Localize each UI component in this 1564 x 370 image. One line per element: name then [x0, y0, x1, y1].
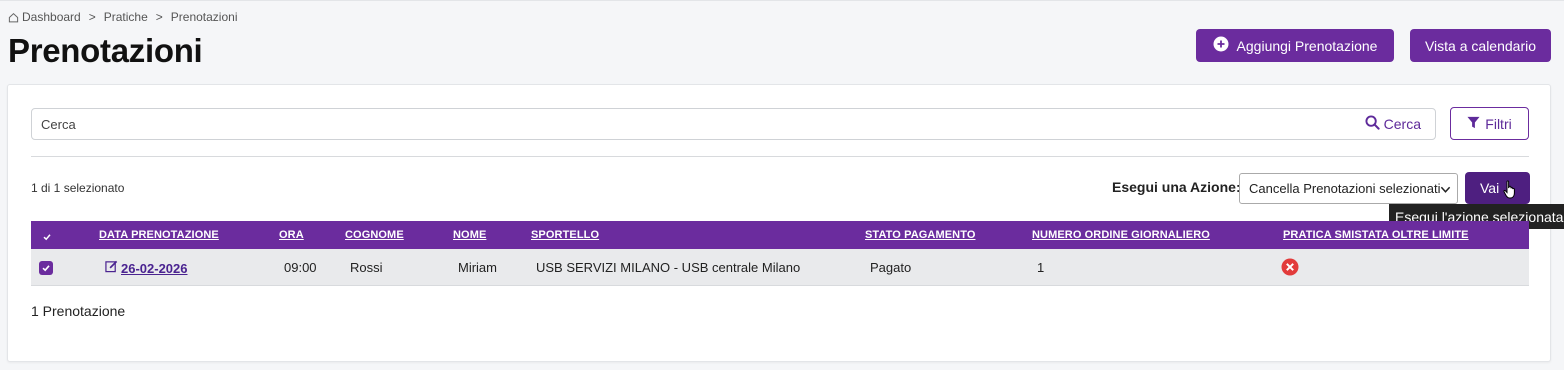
bookings-table: DATA PRENOTAZIONE ORA COGNOME NOME SPORT… [31, 221, 1529, 286]
divider [31, 156, 1529, 157]
filter-icon [1467, 116, 1480, 132]
page-title: Prenotazioni [8, 32, 203, 69]
select-all-check-icon[interactable] [42, 229, 52, 247]
col-header-date[interactable]: DATA PRENOTAZIONE [99, 229, 219, 241]
col-header-name[interactable]: NOME [453, 229, 486, 241]
add-booking-button[interactable]: Aggiungi Prenotazione [1196, 29, 1394, 62]
total-count: 1 Prenotazione [31, 303, 126, 319]
breadcrumb-prenotazioni: Prenotazioni [170, 10, 238, 24]
search-button-label: Cerca [1383, 116, 1421, 132]
col-header-surname[interactable]: COGNOME [345, 229, 404, 241]
home-icon [8, 12, 19, 23]
edit-icon [105, 260, 118, 276]
booking-time: 09:00 [284, 260, 317, 275]
col-header-time[interactable]: ORA [279, 229, 304, 241]
booking-order-number: 1 [1037, 260, 1045, 275]
booking-name: Miriam [458, 260, 497, 275]
booking-surname: Rossi [350, 260, 383, 275]
breadcrumb-dashboard[interactable]: Dashboard [22, 10, 81, 24]
search-box: Cerca [31, 108, 1436, 140]
action-select[interactable]: Cancella Prenotazioni selezionati [1239, 173, 1458, 204]
search-button[interactable]: Cerca [1365, 115, 1421, 133]
search-input[interactable] [32, 109, 1332, 139]
x-circle-icon [1281, 258, 1299, 281]
go-button-label: Vai [1480, 180, 1500, 196]
add-booking-label: Aggiungi Prenotazione [1236, 37, 1378, 54]
filters-button[interactable]: Filtri [1450, 107, 1529, 140]
booking-payment-status: Pagato [870, 260, 912, 275]
bookings-card: Cerca Filtri 1 di 1 selezionato Esegui u… [7, 84, 1564, 362]
top-border [0, 0, 1564, 1]
chevron-down-icon [1440, 183, 1451, 198]
calendar-view-label: Vista a calendario [1424, 37, 1537, 54]
table-row: 26-02-2026 09:00 Rossi Miriam USB SERVIZ… [31, 249, 1529, 286]
booking-date: 26-02-2026 [121, 260, 188, 276]
breadcrumb-separator: > [88, 10, 96, 24]
filters-label: Filtri [1485, 115, 1512, 132]
col-header-payment-status[interactable]: STATO PAGAMENTO [865, 229, 976, 241]
action-label: Esegui una Azione: [1112, 179, 1241, 195]
action-select-value: Cancella Prenotazioni selezionati [1249, 181, 1441, 196]
plus-circle-icon [1213, 36, 1229, 55]
col-header-counter[interactable]: SPORTELLO [531, 229, 599, 241]
hand-cursor-icon [1503, 180, 1519, 205]
go-button[interactable]: Vai [1465, 172, 1530, 204]
table-header: DATA PRENOTAZIONE ORA COGNOME NOME SPORT… [31, 221, 1529, 249]
col-header-over-limit[interactable]: PRATICA SMISTATA OLTRE LIMITE [1283, 229, 1469, 241]
breadcrumb-pratiche[interactable]: Pratiche [104, 10, 148, 24]
col-header-order-number[interactable]: NUMERO ORDINE GIORNALIERO [1032, 229, 1210, 241]
row-checkbox[interactable] [39, 261, 53, 275]
booking-counter: USB SERVIZI MILANO - USB centrale Milano [536, 260, 801, 275]
calendar-view-button[interactable]: Vista a calendario [1410, 29, 1551, 62]
search-icon [1365, 115, 1380, 133]
breadcrumb: Dashboard > Pratiche > Prenotazioni [8, 10, 238, 24]
selected-count: 1 di 1 selezionato [31, 181, 125, 195]
booking-date-link[interactable]: 26-02-2026 [105, 260, 188, 276]
breadcrumb-separator: > [155, 10, 163, 24]
